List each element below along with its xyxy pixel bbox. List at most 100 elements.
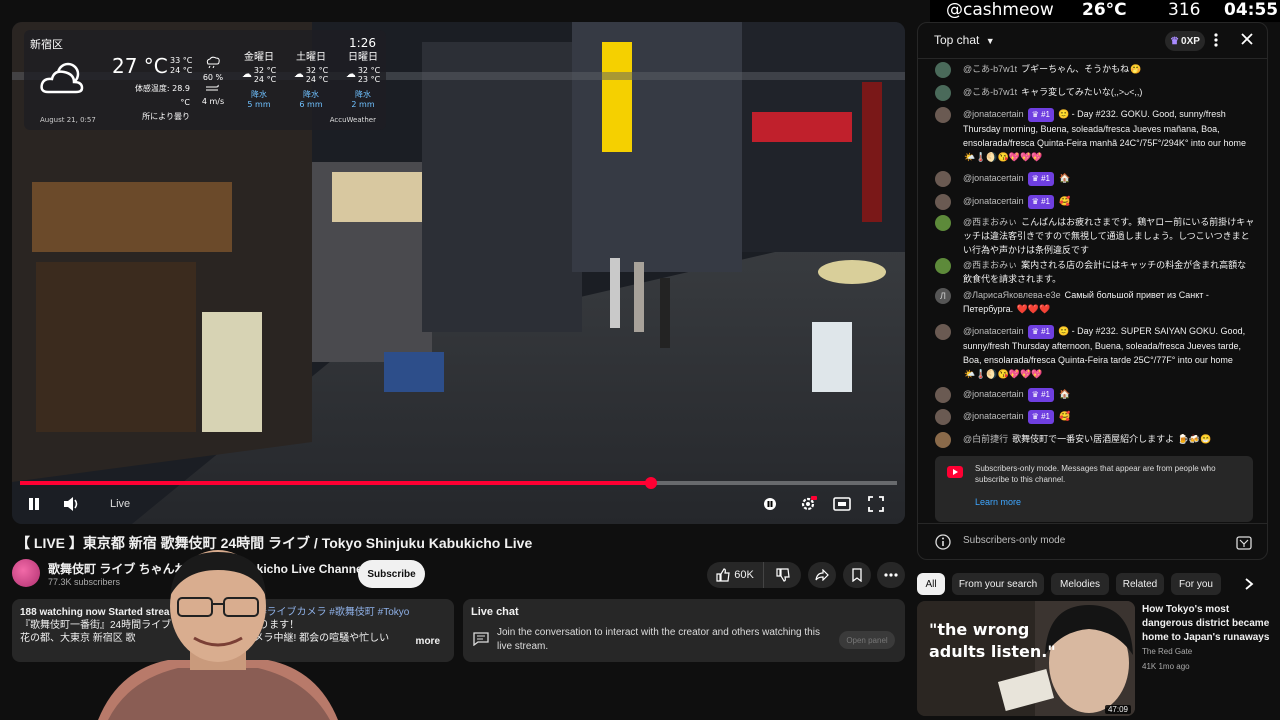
volume-button[interactable] [60, 492, 84, 516]
more-actions-button[interactable] [877, 562, 905, 588]
member-badge: ♛ #1 [1027, 172, 1054, 186]
live-progress-bar[interactable] [20, 477, 897, 489]
forecast-rain-label: 降水 [303, 90, 319, 99]
chat-author[interactable]: @こあ-b7w1t [963, 87, 1017, 97]
forecast-rain: 6 mm [299, 100, 323, 109]
chat-author[interactable]: @jonatacertain [963, 173, 1024, 183]
chat-avatar[interactable] [935, 171, 951, 187]
thumbnail-text-line-1: "the wrong [929, 620, 1030, 639]
rain-cloud-icon [206, 56, 220, 69]
today-hi-lo: 33 °C 24 °C [170, 56, 192, 76]
today-low: 24 °C [170, 66, 193, 75]
chat-author[interactable]: @jonatacertain [963, 109, 1024, 119]
subscribe-button[interactable]: Subscribe [358, 560, 425, 588]
chat-author[interactable]: @jonatacertain [963, 326, 1024, 336]
xp-badge[interactable]: ♛ 0XP [1165, 31, 1205, 51]
live-indicator[interactable]: Live [110, 492, 130, 516]
super-chat-icon[interactable] [1236, 536, 1252, 550]
recommended-video-channel[interactable]: The Red Gate [1142, 647, 1192, 656]
chat-author[interactable]: @jonatacertain [963, 196, 1024, 206]
forecast-high: 32 °C [305, 66, 329, 75]
rain-cloud-icon: ☁ [293, 69, 304, 80]
live-chat-card: Live chat Join the conversation to inter… [463, 599, 905, 662]
wind-icon [206, 84, 219, 91]
chat-avatar[interactable] [935, 85, 951, 101]
chat-author[interactable]: @西まおみぃ [963, 217, 1017, 227]
chat-avatar[interactable] [935, 194, 951, 210]
share-button[interactable] [808, 562, 836, 588]
recommended-video-thumbnail[interactable]: "the wrong adults listen." 47:09 [917, 601, 1135, 716]
more-vertical-icon[interactable] [1214, 32, 1218, 48]
chat-avatar[interactable] [935, 258, 951, 274]
streamer-webcam [98, 550, 338, 720]
forecast-day-name: 土曜日 [296, 52, 326, 63]
chat-text: 歌舞伎町で一番安い居酒屋紹介しますよ [1012, 434, 1175, 444]
dislike-button[interactable] [763, 562, 801, 588]
rain-chance: 60 % [202, 73, 224, 82]
description-more-link[interactable]: more [416, 635, 440, 648]
chevron-right-icon[interactable] [1244, 578, 1254, 590]
like-button[interactable]: 60K [707, 562, 763, 588]
chat-avatar[interactable] [935, 215, 951, 231]
open-panel-button[interactable]: Open panel [839, 631, 895, 649]
channel-avatar[interactable] [12, 559, 40, 587]
chat-mode-label: Top chat [934, 33, 980, 47]
chat-avatar[interactable] [935, 387, 951, 403]
weather-location: 新宿区 [30, 38, 63, 51]
thumbnail-text-line-2: adults listen." [929, 642, 1056, 661]
weather-date: August 21, 0:57 [40, 116, 96, 124]
partly-cloudy-icon [40, 62, 84, 94]
pause-button[interactable] [22, 492, 46, 516]
forecast-day-2: 土曜日 ☁ 32 °C 24 °C 降水 6 mm [286, 52, 336, 110]
crown-icon: ♛ [1170, 35, 1180, 47]
youtube-logo-icon [947, 466, 963, 478]
learn-more-link[interactable]: Learn more [975, 497, 1021, 507]
chat-emojis: 🥰 [1058, 411, 1071, 421]
weather-brand: AccuWeather [329, 116, 376, 124]
chat-avatar[interactable] [935, 409, 951, 425]
chip-all[interactable]: All [917, 573, 945, 595]
chat-avatar[interactable] [935, 107, 951, 123]
info-icon [935, 534, 951, 550]
chat-mode-dropdown[interactable]: Top chat ▼ [934, 33, 995, 47]
thumbs-up-icon [716, 568, 730, 582]
recommended-video-title[interactable]: How Tokyo's most dangerous district beca… [1142, 603, 1274, 645]
close-icon[interactable] [1240, 32, 1254, 46]
settings-button[interactable] [796, 492, 820, 516]
chip-from-your-search[interactable]: From your search [952, 573, 1044, 595]
forecast-rain-label: 降水 [251, 90, 267, 99]
chat-author[interactable]: @こあ-b7w1t [963, 64, 1017, 74]
chat-avatar[interactable]: Л [935, 288, 951, 304]
more-horizontal-icon [884, 573, 898, 577]
chat-author[interactable]: @西まおみぃ [963, 260, 1017, 270]
save-button[interactable] [843, 562, 871, 588]
chat-emojis: 🌤️🌡️🌖😘💖💖💖 [964, 152, 1043, 162]
forecast-day-3: 日曜日 ☁ 32 °C 23 °C 降水 2 mm [338, 52, 388, 110]
overlay-count: 316 [1168, 0, 1201, 20]
chat-avatar[interactable] [935, 62, 951, 78]
feels-like-block: 体感温度: 28.9 °C 所により曇り [124, 82, 190, 124]
chat-author[interactable]: @白前捷行 [963, 434, 1008, 444]
theater-mode-icon [833, 497, 851, 511]
live-chat-panel: Top chat ▼ ♛ 0XP @こあ-b7w1t ブギーちゃん、そうかもね🤭 … [917, 22, 1268, 560]
live-chat-card-text: Join the conversation to interact with t… [497, 627, 820, 652]
chat-bubble-icon [473, 632, 489, 646]
chip-for-you[interactable]: For you [1171, 573, 1221, 595]
video-player[interactable]: 新宿区 1:26 27 °C 33 °C 24 °C 体感温度: 28.9 °C… [12, 22, 905, 524]
weather-clock: 1:26 [349, 36, 376, 50]
chat-emojis: 🏠 [1058, 389, 1071, 399]
chat-author[interactable]: @jonatacertain [963, 411, 1024, 421]
autoplay-toggle[interactable] [758, 492, 782, 516]
forecast-day-name: 日曜日 [348, 52, 378, 63]
theater-mode-button[interactable] [830, 492, 854, 516]
chat-avatar[interactable] [935, 324, 951, 340]
chip-related[interactable]: Related [1116, 573, 1164, 595]
live-chat-card-title: Live chat [471, 606, 519, 618]
fullscreen-button[interactable] [864, 492, 888, 516]
chat-author[interactable]: @jonatacertain [963, 389, 1024, 399]
overlay-handle: @cashmeow [946, 0, 1054, 20]
chat-author[interactable]: @ЛарисаЯковлева-е3е [963, 290, 1061, 300]
chip-melodies[interactable]: Melodies [1051, 573, 1109, 595]
chat-avatar[interactable] [935, 432, 951, 448]
subscribers-only-mode-label: Subscribers-only mode [963, 535, 1066, 546]
